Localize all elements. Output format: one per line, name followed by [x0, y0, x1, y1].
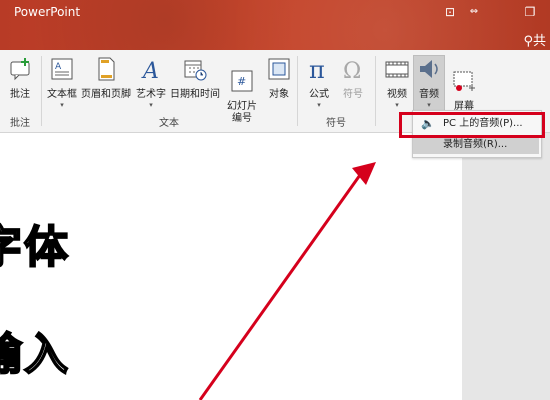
symbol-icon: Ω [343, 59, 361, 84]
slide-canvas[interactable]: 字体 输入 [0, 133, 462, 400]
title-bar: PowerPoint ⊡ ⇔ ❐ ⚲共 [0, 0, 550, 50]
wordart-icon: A [141, 59, 159, 84]
audio-button[interactable]: 音频 ▾ [413, 55, 445, 113]
textbox-button[interactable]: A 文本框 ▾ [46, 56, 78, 109]
chevron-down-icon: ▾ [395, 101, 399, 109]
minimize-icon[interactable]: ❐ [520, 4, 540, 20]
highlight-box [399, 112, 545, 138]
comment-icon [10, 58, 30, 81]
user-glyph-icon: ⚲ [523, 34, 533, 49]
comment-button[interactable]: 批注 [6, 56, 34, 101]
textbox-label: 文本框 [47, 89, 77, 100]
symbol-button[interactable]: Ω 符号 [338, 56, 368, 101]
group-symbols: π 公式 ▾ Ω 符号 符号 [298, 50, 374, 132]
object-label: 对象 [269, 89, 289, 100]
group-comments: 批注 批注 [0, 50, 40, 132]
svg-text:π: π [309, 56, 325, 82]
svg-text:Ω: Ω [343, 59, 361, 82]
date-time-label: 日期和时间 [170, 89, 220, 100]
object-button[interactable]: 对象 [264, 56, 294, 101]
screen-record-icon [453, 71, 475, 91]
group-label-comments: 批注 [10, 118, 30, 129]
date-time-button[interactable]: 日期和时间 [170, 56, 220, 101]
account-icon[interactable]: ⚲共 [523, 30, 546, 49]
video-button[interactable]: 视频 ▾ [382, 56, 412, 109]
restore-icon[interactable]: ⊡ [440, 4, 460, 20]
menu-item-record-audio[interactable]: 录制音频(R)... [413, 136, 539, 154]
group-label-text: 文本 [159, 118, 179, 129]
chevron-down-icon: ▾ [60, 101, 64, 109]
equation-button[interactable]: π 公式 ▾ [304, 56, 334, 109]
group-label-symbols: 符号 [326, 118, 346, 129]
chevron-down-icon: ▾ [427, 101, 431, 109]
equation-icon: π [309, 56, 325, 84]
svg-text:A: A [141, 59, 159, 82]
calendar-icon [184, 60, 207, 81]
comment-label: 批注 [10, 89, 30, 100]
wordart-button[interactable]: A 艺术字 ▾ [134, 56, 168, 109]
svg-text:A: A [55, 62, 62, 72]
svg-text:#: # [237, 75, 246, 88]
chevron-down-icon: ▾ [317, 101, 321, 109]
video-icon [385, 61, 409, 78]
textbox-icon: A [51, 58, 73, 80]
header-footer-icon [98, 57, 115, 81]
chevron-down-icon: ▾ [149, 101, 153, 109]
symbol-label: 符号 [343, 89, 363, 100]
slide-text-line1[interactable]: 字体 [0, 211, 70, 275]
header-footer-label: 页眉和页脚 [81, 89, 131, 100]
drag-icon: ⇔ [469, 6, 479, 17]
scroll-area[interactable] [462, 133, 550, 400]
user-initial: 共 [532, 34, 546, 49]
group-text: A 文本框 ▾ 页眉和页脚 A 艺术字 ▾ 日期和时间 # 幻灯片 编号 对象 … [42, 50, 296, 132]
object-icon [268, 58, 290, 80]
slide-number-icon: # [231, 70, 253, 92]
header-footer-button[interactable]: 页眉和页脚 [80, 56, 132, 101]
slide-text-line2[interactable]: 输入 [0, 318, 70, 382]
equation-label: 公式 [309, 89, 329, 100]
app-title: PowerPoint [14, 5, 81, 19]
video-label: 视频 [387, 89, 407, 100]
menu-item-record-audio-label: 录制音频(R)... [443, 139, 508, 150]
wordart-label: 艺术字 [136, 89, 166, 100]
audio-icon [420, 60, 438, 78]
audio-label: 音频 [419, 89, 439, 100]
